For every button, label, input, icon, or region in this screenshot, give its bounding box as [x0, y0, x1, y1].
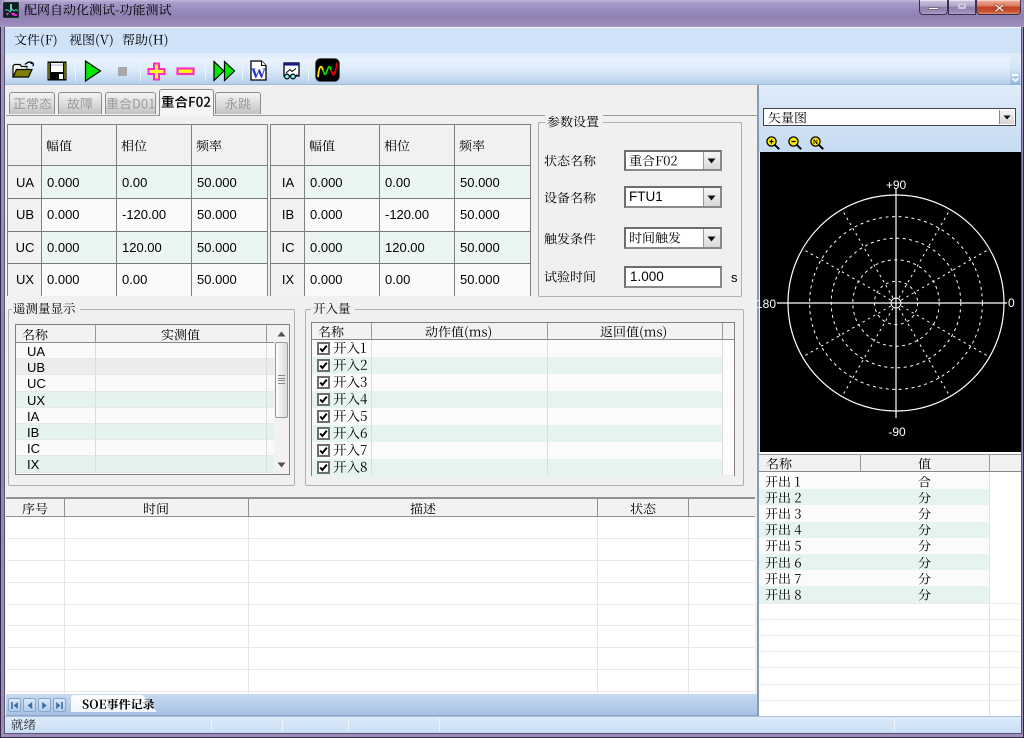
svg-text:W: W: [251, 66, 266, 81]
svg-text:N: N: [813, 139, 818, 146]
